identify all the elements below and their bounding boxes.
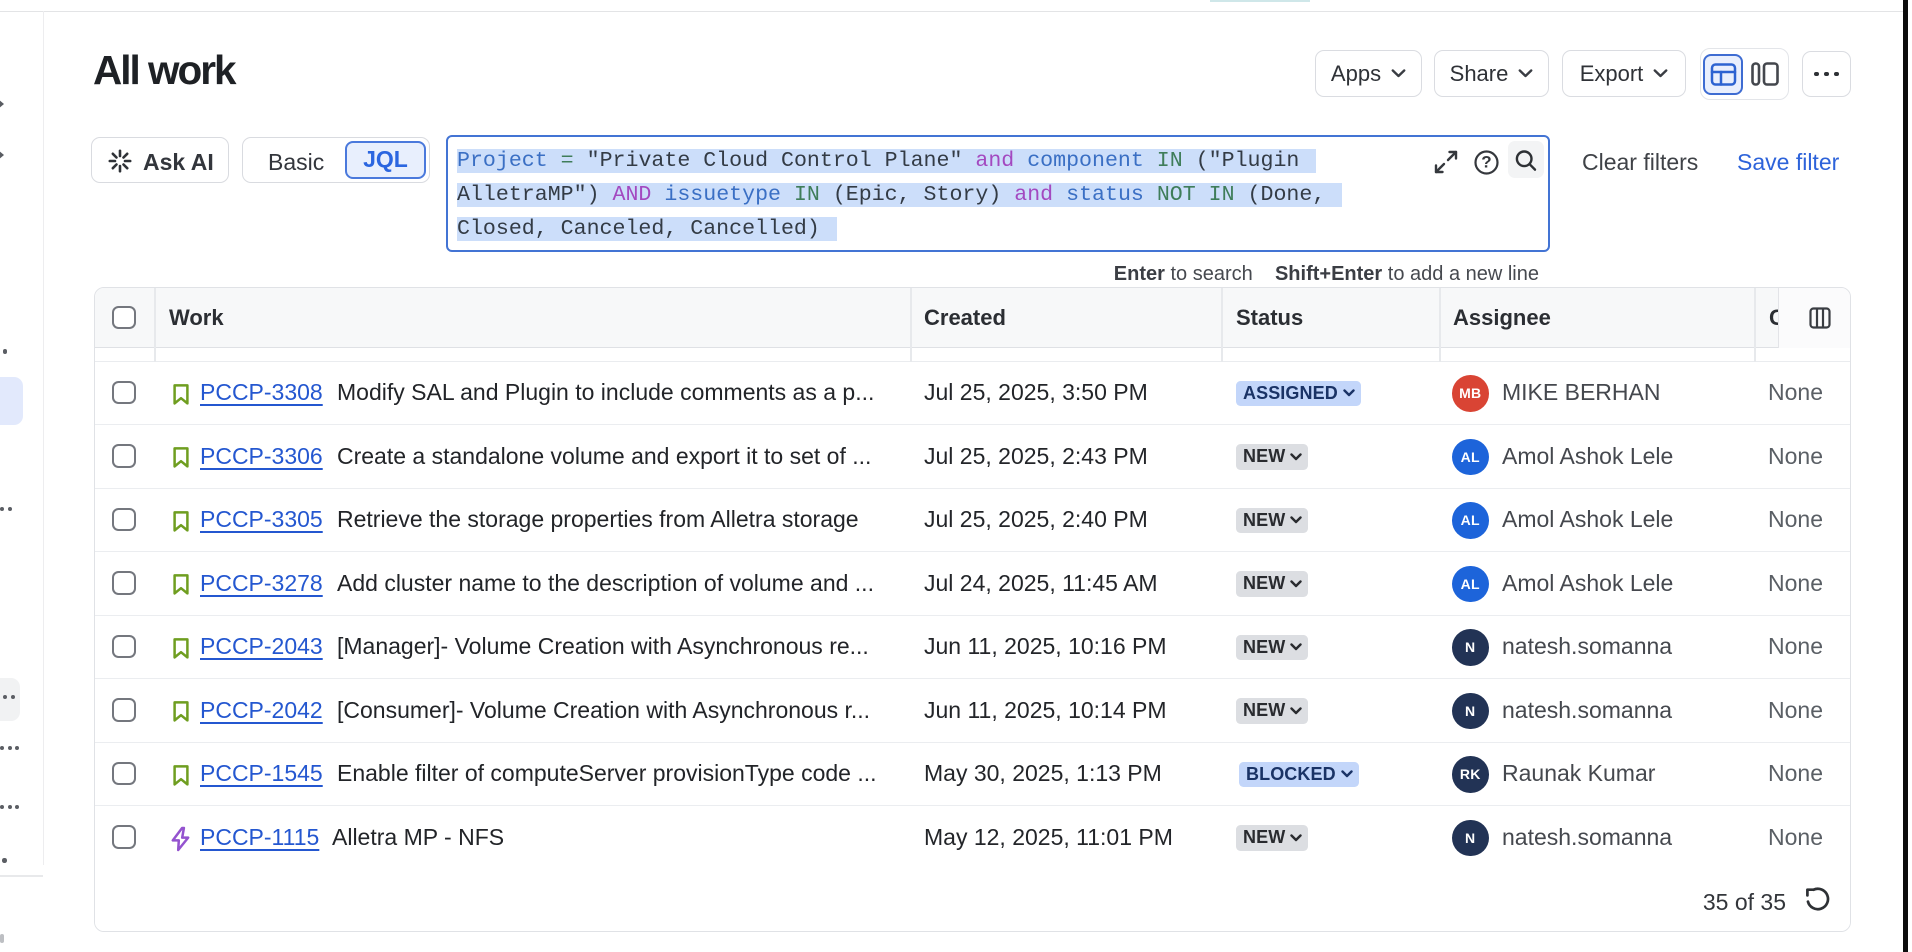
svg-text:?: ? bbox=[1481, 152, 1491, 171]
